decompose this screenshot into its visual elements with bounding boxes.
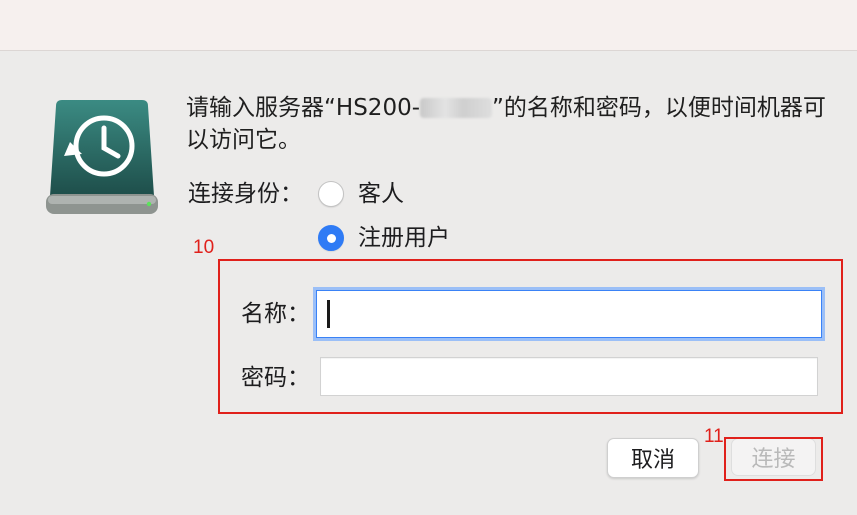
registered-user-radio-label: 注册用户 <box>358 225 450 251</box>
name-input[interactable] <box>316 290 822 338</box>
text-caret <box>327 300 330 328</box>
guest-radio-option[interactable]: 客人 <box>318 178 404 210</box>
connect-as-label: 连接身份： <box>188 181 303 207</box>
name-label: 名称： <box>241 301 310 327</box>
annotation-box-connect <box>724 437 823 481</box>
time-machine-drive-icon <box>46 100 158 214</box>
guest-radio[interactable] <box>318 181 344 207</box>
title-bar <box>0 0 857 51</box>
password-label: 密码： <box>241 365 310 391</box>
cancel-button[interactable]: 取消 <box>607 438 699 478</box>
guest-radio-label: 客人 <box>358 181 404 207</box>
password-input[interactable] <box>320 357 818 396</box>
dialog-message: 请输入服务器“HS200- ”的名称和密码，以便时间机器可以访问它。 <box>186 92 826 156</box>
registered-user-radio-option[interactable]: 注册用户 <box>318 222 450 254</box>
annotation-number-10: 10 <box>193 237 215 258</box>
registered-user-radio[interactable] <box>318 225 344 251</box>
redacted-server-name <box>420 98 493 118</box>
message-text-before: 请输入服务器“HS200- <box>186 95 421 121</box>
annotation-number-11: 11 <box>704 426 724 447</box>
